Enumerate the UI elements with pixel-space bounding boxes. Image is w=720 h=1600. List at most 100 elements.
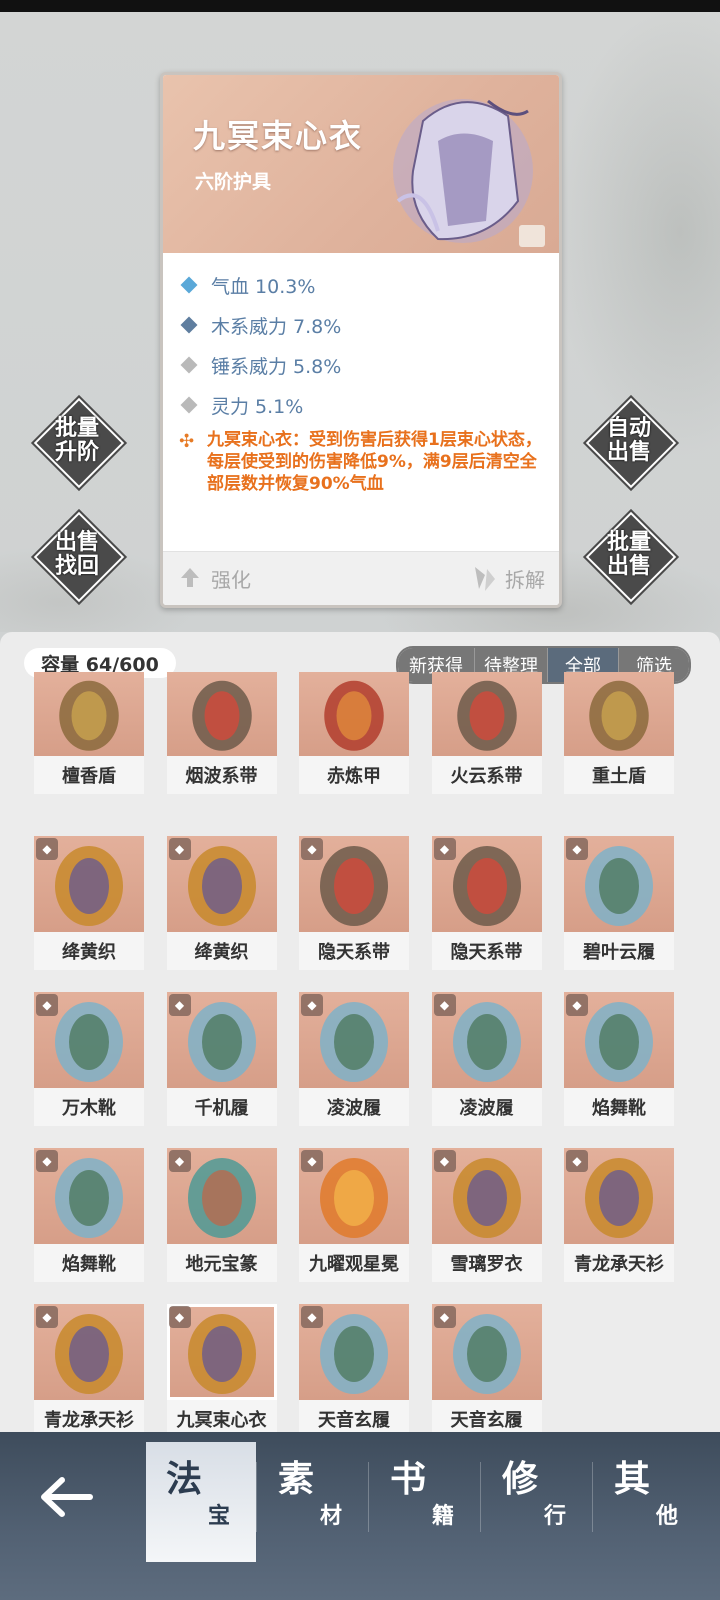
auto-sell-label-1: 自动 [606,416,651,441]
batch-upgrade-label-2: 升阶 [54,440,99,465]
nav-tab-big: 素 [278,1459,315,1500]
sell-retrieve-button[interactable]: 出售 找回 [30,508,128,606]
auto-sell-button[interactable]: 自动 出售 [582,394,680,492]
slot-type-icon: ◆ [168,1150,191,1172]
disassemble-button[interactable]: 拆解 [471,560,545,596]
stat-row: 气血 10.3% [179,265,549,305]
armor-icon [299,672,409,756]
inventory-slot[interactable]: ◆ 青龙承天衫 [564,1148,674,1282]
slot-label: 重土盾 [564,756,674,794]
slot-label: 雪璃罗衣 [431,1244,542,1282]
slot-type-icon: ◆ [36,838,58,860]
inventory-slot[interactable]: ◆ 隐天系带 [431,836,542,970]
nav-tab-big: 修 [502,1459,539,1500]
inventory-slot[interactable]: ◆ 地元宝篆 [166,1148,277,1282]
inventory-slot[interactable]: ◆ 千机履 [166,992,277,1126]
nav-tab[interactable]: 书籍 [370,1442,480,1562]
slot-label: 凌波履 [431,1088,542,1126]
slot-label: 檀香盾 [34,756,144,794]
item-grade: 六阶护具 [195,171,272,193]
batch-sell-button[interactable]: 批量 出售 [582,508,680,606]
effect-text: 九冥束心衣：受到伤害后获得1层束心状态，每层使受到的伤害降低9%，满9层后清空全… [207,430,542,494]
nav-tab-small: 行 [544,1504,567,1529]
slot-label: 碧叶云履 [564,932,674,970]
stat-row: 锤系威力 5.8% [179,345,549,385]
strengthen-button[interactable]: 强化 [177,560,251,596]
inventory-slot[interactable]: ◆ 绛黄织 [166,836,277,970]
inventory-slot[interactable]: ◆ 雪璃罗衣 [431,1148,542,1282]
strengthen-label: 强化 [211,567,251,592]
stat-text: 木系威力 7.8% [211,315,342,338]
inventory-slot[interactable]: ◆ 天音玄履 [299,1304,409,1432]
inventory-slot[interactable]: ◆ 万木靴 [34,992,144,1126]
slot-type-icon: ◆ [433,838,456,860]
item-name: 九冥束心衣 [193,117,364,155]
sash-icon [431,672,542,756]
slot-type-icon: ◆ [36,1150,58,1172]
slot-label: 隐天系带 [431,932,542,970]
batch-sell-label-1: 批量 [606,530,651,555]
inventory-slot[interactable]: ◆ 焰舞靴 [564,992,674,1126]
inventory-slot[interactable]: 赤炼甲 [299,672,409,794]
effect-row: ✣ 九冥束心衣：受到伤害后获得1层束心状态，每层使受到的伤害降低9%，满9层后清空… [179,429,549,495]
corner-tag [519,225,545,247]
slot-label: 凌波履 [299,1088,409,1126]
inventory-slot[interactable]: 檀香盾 [34,672,144,794]
batch-upgrade-label-1: 批量 [54,416,99,441]
stat-text: 气血 10.3% [211,275,316,298]
batch-sell-label-2: 出售 [606,554,651,579]
inventory-slot[interactable]: ◆ 凌波履 [299,992,409,1126]
inventory-slot[interactable]: 火云系带 [431,672,542,794]
sash-icon [166,672,277,756]
slot-type-icon: ◆ [301,994,323,1016]
slot-type-icon: ◆ [36,1306,58,1328]
slot-type-icon: ◆ [433,994,456,1016]
item-detail-card: 九冥束心衣 六阶护具 气血 10.3% 木系威力 7.8% 锤系威力 5.8% 灵力 … [160,72,562,608]
shield-icon [34,672,144,756]
slot-type-icon: ◆ [36,994,58,1016]
nav-tab[interactable]: 其他 [594,1442,704,1562]
disassemble-label: 拆解 [505,567,545,592]
nav-tab[interactable]: 修行 [482,1442,592,1562]
stat-row: 木系威力 7.8% [179,305,549,345]
nav-tab-big: 其 [614,1459,651,1500]
inventory-slot[interactable]: ◆ 焰舞靴 [34,1148,144,1282]
nav-tab-small: 籍 [432,1504,455,1529]
diamond-bullet-icon [180,356,198,374]
upgrade-arrow-icon [181,568,199,587]
diamond-bullet-icon [180,316,198,334]
slot-label: 青龙承天衫 [34,1400,144,1432]
nav-tab-big: 书 [390,1459,427,1500]
inventory-slot[interactable]: ◆ 九曜观星冕 [299,1148,409,1282]
armor-artwork [393,99,533,243]
inventory-slot[interactable]: ◆ 隐天系带 [299,836,409,970]
inventory-slot[interactable]: ◆ 绛黄织 [34,836,144,970]
slot-type-icon: ◆ [433,1150,456,1172]
slot-label: 九曜观星冕 [299,1244,409,1282]
nav-tab-big: 法 [166,1459,203,1500]
effect-swirl-icon: ✣ [179,431,195,452]
slot-label: 九冥束心衣 [166,1400,277,1432]
inventory-slot[interactable]: ◆ 天音玄履 [431,1304,542,1432]
inventory-slot[interactable]: 重土盾 [564,672,674,794]
diamond-bullet-icon [180,396,198,414]
nav-tab[interactable]: 法宝 [146,1442,256,1562]
inventory-slot[interactable]: ◆ 九冥束心衣 [166,1304,277,1432]
slot-label: 隐天系带 [299,932,409,970]
slot-label: 赤炼甲 [299,756,409,794]
status-bar [0,0,720,12]
batch-upgrade-button[interactable]: 批量 升阶 [30,394,128,492]
inventory-slot[interactable]: ◆ 凌波履 [431,992,542,1126]
inventory-slot[interactable]: ◆ 碧叶云履 [564,836,674,970]
shield-icon [564,672,674,756]
nav-separator [256,1462,257,1532]
slot-label: 天音玄履 [431,1400,542,1432]
nav-tab[interactable]: 素材 [258,1442,368,1562]
auto-sell-label-2: 出售 [606,440,651,465]
diamond-bullet-icon [180,276,198,294]
inventory-slot[interactable]: 烟波系带 [166,672,277,794]
card-footer: 强化 拆解 [163,551,559,605]
inventory-slot[interactable]: ◆ 青龙承天衫 [34,1304,144,1432]
slot-type-icon: ◆ [566,994,588,1016]
back-arrow-icon[interactable] [36,1472,96,1522]
